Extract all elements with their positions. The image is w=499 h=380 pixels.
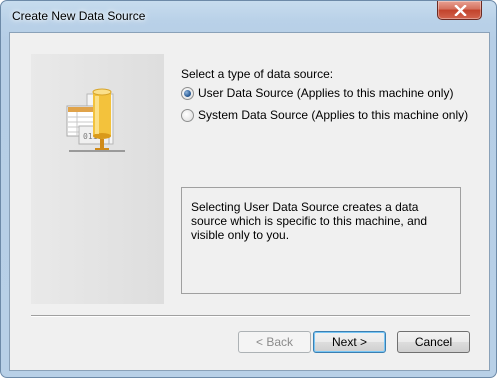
cancel-button[interactable]: Cancel (397, 331, 470, 353)
back-button[interactable]: < Back (238, 331, 311, 353)
user-data-source-option[interactable]: User Data Source (Applies to this machin… (181, 85, 453, 101)
user-data-source-radio[interactable] (181, 86, 194, 100)
dialog-window: Create New Data Source 0110 Select a typ… (0, 0, 497, 378)
data-source-type-prompt: Select a type of data source: (181, 67, 334, 81)
description-text: Selecting User Data Source creates a dat… (191, 200, 428, 242)
description-box: Selecting User Data Source creates a dat… (181, 187, 461, 294)
user-data-source-label[interactable]: User Data Source (Applies to this machin… (198, 86, 453, 100)
system-data-source-option[interactable]: System Data Source (Applies to this mach… (181, 107, 468, 123)
close-button[interactable] (437, 1, 482, 20)
window-title: Create New Data Source (12, 9, 146, 23)
close-x-icon (454, 5, 467, 16)
wizard-side-panel: 0110 (31, 54, 164, 304)
data-source-database-icon: 0110 (66, 88, 125, 152)
dialog-client-area: 0110 Select a type of data source: User … (9, 32, 490, 371)
button-divider (31, 315, 470, 317)
system-data-source-radio[interactable] (181, 108, 194, 122)
next-button[interactable]: Next > (313, 331, 386, 353)
title-bar[interactable]: Create New Data Source (1, 1, 496, 33)
system-data-source-label[interactable]: System Data Source (Applies to this mach… (198, 108, 468, 122)
